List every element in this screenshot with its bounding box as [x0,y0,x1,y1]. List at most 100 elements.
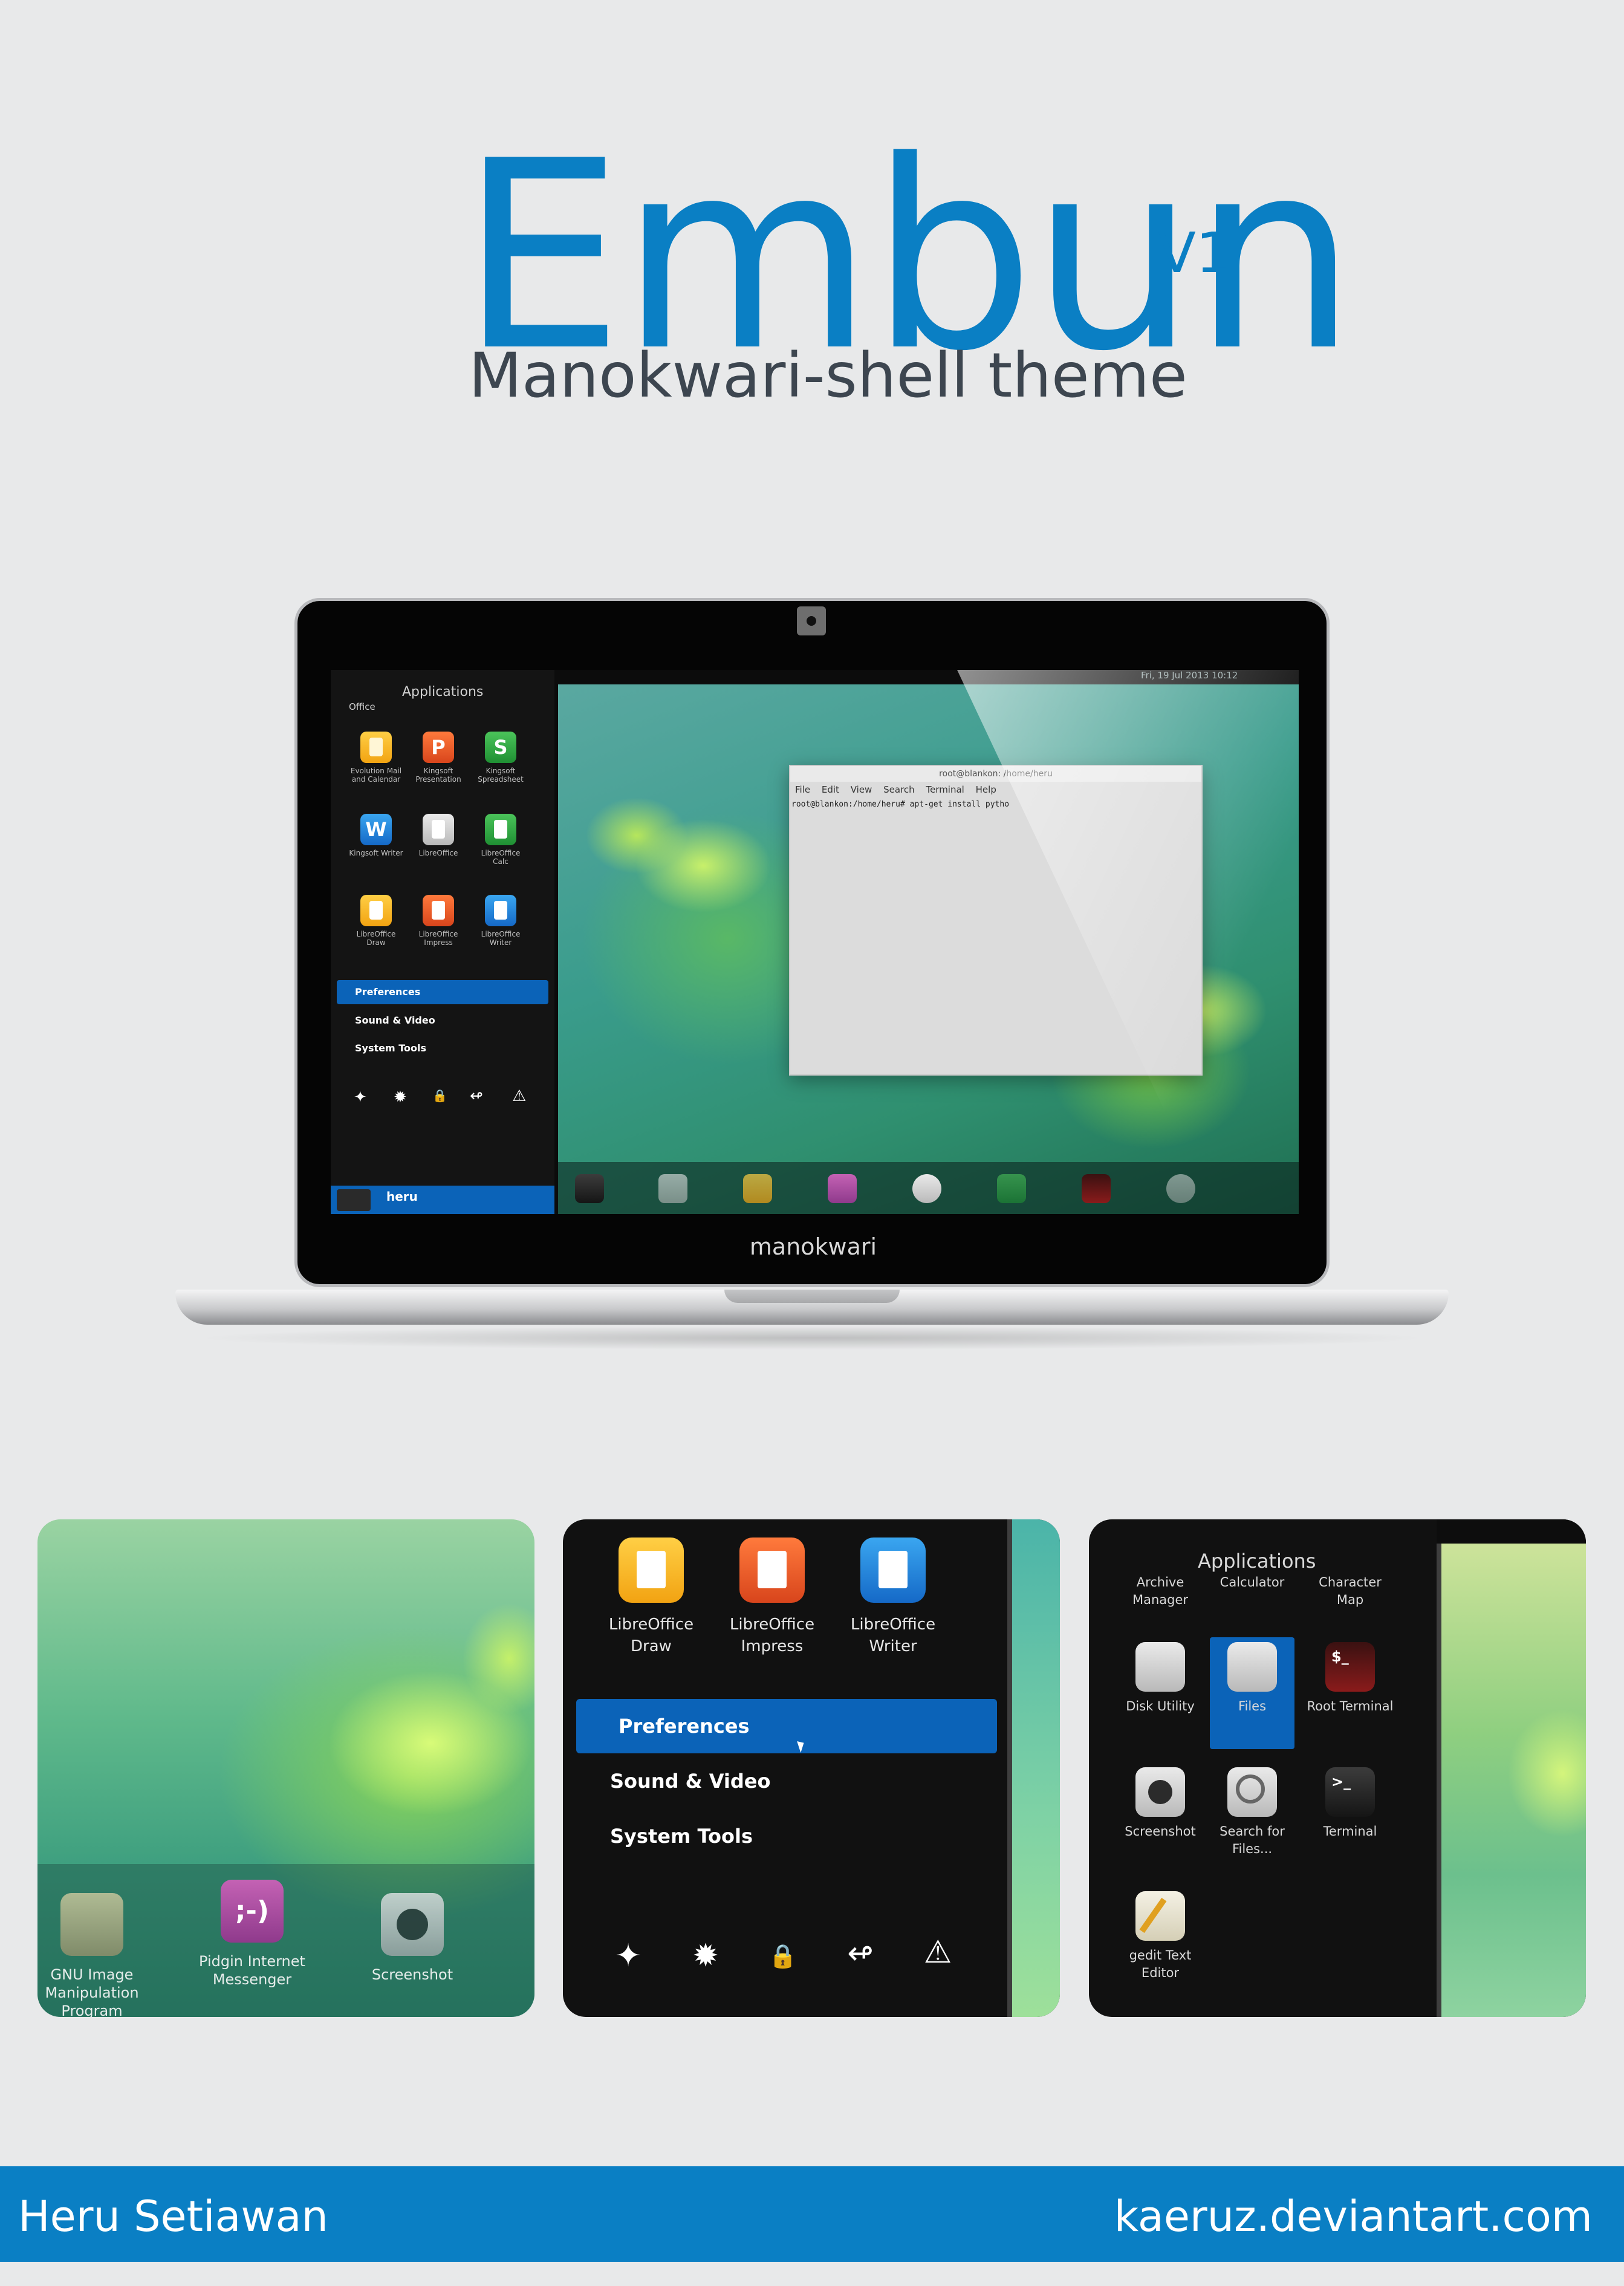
kingsoft-writer-icon: W [360,814,392,845]
menu-item-system-tools[interactable]: System Tools [337,1036,548,1060]
menu-header: Applications [402,684,484,700]
system-icon[interactable] [658,1174,687,1203]
app-character-map[interactable]: Character Map [1305,1574,1395,1609]
app-kingsoft-writer[interactable]: W Kingsoft Writer [349,814,403,857]
laptop-notch [724,1290,900,1303]
terminal-window[interactable]: root@blankon: /home/heru File Edit View … [789,765,1203,1076]
app-archive-manager[interactable]: Archive Manager [1115,1574,1206,1609]
author-name: Heru Setiawan [18,2192,328,2241]
lock-icon[interactable]: 🔒 [756,1943,810,1970]
desktop-wallpaper: root@blankon: /home/heru File Edit View … [558,684,1299,1214]
libreoffice-calc-icon [485,814,516,845]
dock-item-pidgin[interactable]: ;-) Pidgin Internet Messenger [186,1880,319,1989]
pidgin-icon: ;-) [221,1880,284,1943]
app-files[interactable]: Files [1207,1642,1298,1715]
lock-icon[interactable]: 🔒 [432,1088,447,1103]
dock: GNU Image Manipulation Program ;-) Pidgi… [37,1864,534,2017]
applications-header: Applications [1198,1550,1316,1573]
gear-icon[interactable]: ✹ [678,1938,733,1974]
gear-icon[interactable]: ✹ [394,1088,407,1106]
menu-help[interactable]: Help [976,784,996,795]
menu-terminal[interactable]: Terminal [926,784,964,795]
laptop-shadow [193,1326,1431,1350]
applications-preview-panel: Applications Archive Manager Calculator … [1089,1519,1586,2017]
user-name: heru [386,1189,418,1204]
gimp-icon[interactable] [743,1174,772,1203]
app-calculator[interactable]: Calculator [1207,1574,1298,1591]
app-kingsoft-spreadsheet[interactable]: S Kingsoft Spreadsheet [473,732,528,784]
logout-icon[interactable]: ↫ [833,1935,888,1972]
dock-item-gimp[interactable]: GNU Image Manipulation Program [37,1893,158,2017]
tag-icon[interactable]: ✦ [601,1938,655,1974]
warning-icon[interactable]: ⚠ [512,1087,526,1105]
browser-icon[interactable] [1166,1174,1195,1203]
pidgin-icon[interactable] [828,1174,857,1203]
menu-category: Office [349,701,375,712]
app-libreoffice-calc[interactable]: LibreOffice Calc [473,814,528,866]
site-url[interactable]: kaeruz.deviantart.com [1114,2192,1593,2241]
kingsoft-presentation-icon: P [423,732,454,763]
camera-icon [797,606,826,635]
menu-file[interactable]: File [795,784,810,795]
logout-icon[interactable]: ↫ [470,1087,483,1105]
app-libreoffice-impress[interactable]: LibreOffice Impress [712,1538,833,1657]
gimp-icon [60,1893,123,1956]
libreoffice-writer-icon [485,895,516,926]
laptop-brand: manokwari [749,1233,877,1260]
app-evolution[interactable]: Evolution Mail and Calendar [349,732,403,784]
gimp-icon[interactable] [575,1174,604,1203]
warning-icon[interactable]: ⚠ [911,1934,965,1970]
app-libreoffice-draw[interactable]: LibreOffice Draw [349,895,403,947]
menu-item-sound-video[interactable]: Sound & Video [337,1008,548,1033]
status-clock: Fri, 19 Jul 2013 10:12 [1141,670,1238,681]
app-libreoffice-impress[interactable]: LibreOffice Impress [411,895,466,947]
kingsoft-spreadsheet-icon: S [485,732,516,763]
menu-search[interactable]: Search [883,784,915,795]
disk-utility-icon [1135,1642,1185,1692]
menu-view[interactable]: View [851,784,872,795]
screenshot-icon[interactable] [912,1174,941,1203]
app-root-terminal[interactable]: $_ Root Terminal [1305,1642,1395,1715]
menu-preview-panel: LibreOffice Draw LibreOffice Impress Lib… [563,1519,1060,2017]
app-disk-utility[interactable]: Disk Utility [1115,1642,1206,1715]
desktop-edge [1007,1519,1060,2017]
app-libreoffice-draw[interactable]: LibreOffice Draw [591,1538,712,1657]
libreoffice-draw-icon [619,1538,684,1603]
app-libreoffice-writer[interactable]: LibreOffice Writer [833,1538,953,1657]
dock [558,1162,1299,1214]
app-gedit[interactable]: gedit Text Editor [1115,1891,1206,1982]
menu-item-preferences[interactable]: Preferences [337,980,548,1004]
terminal-menubar: File Edit View Search Terminal Help [795,784,996,795]
libreoffice-draw-icon [360,895,392,926]
leaf-icon[interactable] [997,1174,1026,1203]
app-menu-panel: Applications Office Evolution Mail and C… [331,670,554,1214]
search-files-icon [1227,1767,1277,1817]
root-terminal-icon[interactable] [1082,1174,1111,1203]
app-libreoffice-writer[interactable]: LibreOffice Writer [473,895,528,947]
app-kingsoft-presentation[interactable]: P Kingsoft Presentation [411,732,466,784]
app-screenshot[interactable]: Screenshot [1115,1767,1206,1840]
dock-item-screenshot[interactable]: Screenshot [346,1893,479,1984]
terminal-command: root@blankon:/home/heru# apt-get install… [791,800,1010,809]
footer-bar: Heru Setiawan kaeruz.deviantart.com [0,2166,1624,2262]
user-bar[interactable]: heru [331,1186,554,1214]
app-terminal[interactable]: >_ Terminal [1305,1767,1395,1840]
libreoffice-writer-icon [860,1538,926,1603]
tag-icon[interactable]: ✦ [354,1088,367,1106]
libreoffice-impress-icon [739,1538,805,1603]
dock-preview-panel: GNU Image Manipulation Program ;-) Pidgi… [37,1519,534,2017]
title-subtitle: Manokwari-shell theme [469,340,1187,412]
app-libreoffice[interactable]: LibreOffice [411,814,466,857]
libreoffice-impress-icon [423,895,454,926]
terminal-title: root@blankon: /home/heru [790,766,1201,782]
gedit-icon [1135,1891,1185,1941]
menu-edit[interactable]: Edit [822,784,839,795]
menu-item-preferences[interactable]: Preferences [576,1699,997,1753]
libreoffice-icon [423,814,454,845]
menu-item-sound-video[interactable]: Sound & Video [576,1754,997,1808]
menu-item-system-tools[interactable]: System Tools [576,1809,997,1863]
top-bar [1437,1519,1586,1544]
desktop-edge [1437,1544,1586,2017]
app-search-files[interactable]: Search for Files... [1207,1767,1298,1858]
title-version: V1 [1158,221,1232,285]
